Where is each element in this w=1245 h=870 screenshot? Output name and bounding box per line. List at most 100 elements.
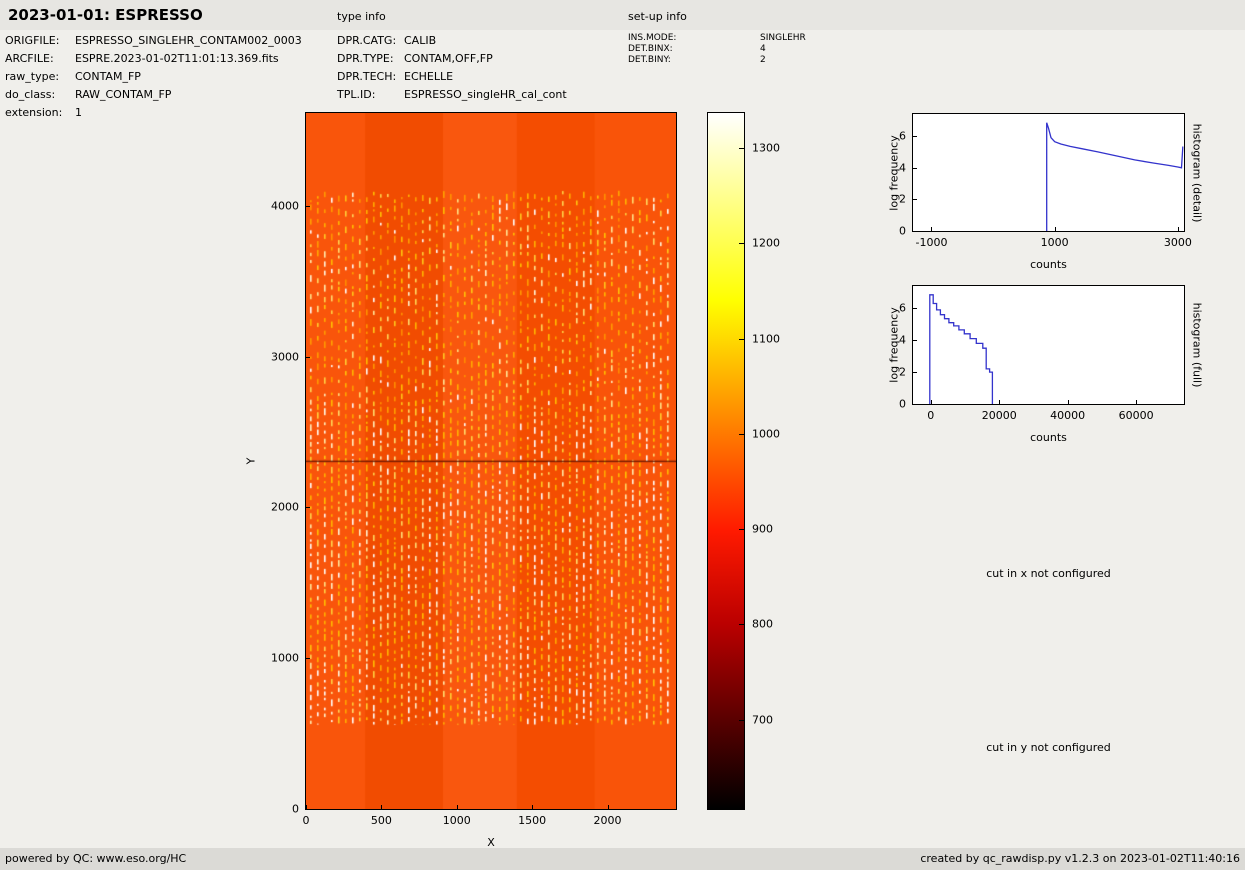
meta-value: CONTAM_FP	[75, 70, 141, 83]
cb-tick-label: 1200	[752, 237, 780, 250]
tick-mark	[739, 434, 744, 435]
tick-mark	[739, 148, 744, 149]
meta-label: DPR.TECH:	[337, 68, 404, 86]
footer-powered-by: powered by QC: www.eso.org/HC	[5, 848, 186, 870]
x-tick-label: 2000	[594, 814, 622, 827]
meta-arcfile: ARCFILE:ESPRE.2023-01-02T11:01:13.369.fi…	[5, 50, 302, 68]
meta-value: SINGLEHR	[760, 33, 806, 43]
log-frequency-axis-label: log frequency	[888, 135, 901, 210]
meta-label: DET.BINY:	[628, 55, 760, 66]
histogram-detail-canvas	[913, 114, 1184, 231]
meta-raw-type: raw_type:CONTAM_FP	[5, 68, 302, 86]
x-tick-label: 60000	[1119, 409, 1154, 422]
meta-label: DET.BINX:	[628, 44, 760, 55]
colorbar-axis: 7008009001000110012001300	[708, 113, 744, 809]
meta-dpr-tech: DPR.TECH:ECHELLE	[337, 68, 567, 86]
meta-value: ESPRESSO_SINGLEHR_CONTAM002_0003	[75, 34, 302, 47]
cb-tick-label: 1100	[752, 332, 780, 345]
x-tick-label: 40000	[1050, 409, 1085, 422]
x-tick-label: 500	[371, 814, 392, 827]
meta-label: DPR.TYPE:	[337, 50, 404, 68]
meta-origfile: ORIGFILE:ESPRESSO_SINGLEHR_CONTAM002_000…	[5, 32, 302, 50]
cb-tick-label: 1000	[752, 427, 780, 440]
page-title: 2023-01-01: ESPRESSO	[8, 6, 203, 24]
meta-det-biny: DET.BINY:2	[628, 55, 806, 66]
meta-value: ESPRESSO_singleHR_cal_cont	[404, 88, 567, 101]
meta-label: raw_type:	[5, 68, 75, 86]
meta-label: ORIGFILE:	[5, 32, 75, 50]
y-tick-label: 2000	[271, 501, 299, 514]
histogram-full-title: histogram (full)	[1191, 303, 1204, 388]
meta-det-binx: DET.BINX:4	[628, 44, 806, 55]
meta-label: DPR.CATG:	[337, 32, 404, 50]
tick-mark	[306, 809, 310, 810]
y-tick-label: 0	[899, 225, 906, 238]
meta-value: CALIB	[404, 34, 436, 47]
footer-created-by: created by qc_rawdisp.py v1.2.3 on 2023-…	[920, 848, 1240, 870]
log-frequency-axis-label: log frequency	[888, 307, 901, 382]
meta-do-class: do_class:RAW_CONTAM_FP	[5, 86, 302, 104]
histogram-detail-title: histogram (detail)	[1191, 123, 1204, 222]
x-tick-label: 3000	[1164, 236, 1192, 249]
y-tick-label: 0	[899, 398, 906, 411]
meta-dpr-catg: DPR.CATG:CALIB	[337, 32, 567, 50]
meta-label: INS.MODE:	[628, 33, 760, 44]
raw-detector-image-plot: 0500100015002000 01000200030004000 X Y	[305, 112, 677, 810]
cb-tick-label: 900	[752, 523, 773, 536]
file-metadata: ORIGFILE:ESPRESSO_SINGLEHR_CONTAM002_000…	[5, 32, 302, 122]
type-info-heading: type info	[337, 10, 386, 23]
type-info-metadata: DPR.CATG:CALIB DPR.TYPE:CONTAM,OFF,FP DP…	[337, 32, 567, 104]
tick-mark	[739, 339, 744, 340]
qc-report-page: 2023-01-01: ESPRESSO type info set-up in…	[0, 0, 1245, 870]
histogram-full-line	[930, 295, 993, 404]
histogram-detail-line	[1047, 123, 1184, 231]
tick-mark	[739, 529, 744, 530]
meta-label: do_class:	[5, 86, 75, 104]
tick-mark	[913, 404, 917, 405]
meta-dpr-type: DPR.TYPE:CONTAM,OFF,FP	[337, 50, 567, 68]
y-tick-label: 3000	[271, 350, 299, 363]
y-tick-label: 4000	[271, 199, 299, 212]
cut-x-note: cut in x not configured	[912, 567, 1185, 580]
meta-ins-mode: INS.MODE:SINGLEHR	[628, 33, 806, 44]
y-axis-label: Y	[245, 458, 258, 465]
meta-label: extension:	[5, 104, 75, 122]
footer-bar: powered by QC: www.eso.org/HC created by…	[0, 848, 1245, 870]
meta-value: RAW_CONTAM_FP	[75, 88, 171, 101]
meta-value: 4	[760, 44, 766, 54]
colorbar: 7008009001000110012001300	[707, 112, 745, 810]
x-tick-label: 1000	[1041, 236, 1069, 249]
meta-tpl-id: TPL.ID:ESPRESSO_singleHR_cal_cont	[337, 86, 567, 104]
meta-value: 2	[760, 55, 766, 65]
tick-mark	[739, 243, 744, 244]
meta-value: 1	[75, 106, 82, 119]
cut-y-note: cut in y not configured	[912, 741, 1185, 754]
tick-mark	[739, 624, 744, 625]
histogram-full-canvas	[913, 286, 1184, 404]
detector-image	[306, 113, 676, 809]
meta-value: CONTAM,OFF,FP	[404, 52, 493, 65]
y-tick-label: 1000	[271, 652, 299, 665]
meta-label: ARCFILE:	[5, 50, 75, 68]
tick-mark	[739, 720, 744, 721]
meta-label: TPL.ID:	[337, 86, 404, 104]
x-tick-label: 1500	[518, 814, 546, 827]
setup-info-heading: set-up info	[628, 10, 687, 23]
meta-value: ECHELLE	[404, 70, 453, 83]
setup-info-metadata: INS.MODE:SINGLEHR DET.BINX:4 DET.BINY:2	[628, 33, 806, 66]
histogram-full-plot: 0200004000060000 0246 counts log frequen…	[912, 285, 1185, 405]
x-tick-label: 20000	[982, 409, 1017, 422]
counts-axis-label: counts	[1030, 431, 1067, 444]
meta-extension: extension:1	[5, 104, 302, 122]
x-tick-label: 0	[927, 409, 934, 422]
meta-value: ESPRE.2023-01-02T11:01:13.369.fits	[75, 52, 279, 65]
cb-tick-label: 700	[752, 713, 773, 726]
x-tick-label: 0	[303, 814, 310, 827]
counts-axis-label: counts	[1030, 258, 1067, 271]
x-tick-label: 1000	[443, 814, 471, 827]
cb-tick-label: 1300	[752, 142, 780, 155]
tick-mark	[913, 231, 917, 232]
x-tick-label: -1000	[915, 236, 947, 249]
header-bar: 2023-01-01: ESPRESSO type info set-up in…	[0, 0, 1245, 30]
histogram-detail-plot: -100010003000 0246 counts log frequency …	[912, 113, 1185, 232]
